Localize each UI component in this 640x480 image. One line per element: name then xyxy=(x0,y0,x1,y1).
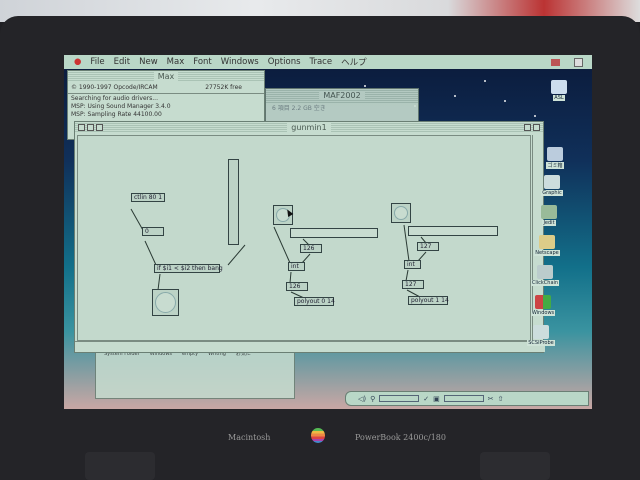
number-box[interactable]: 127 xyxy=(417,242,439,251)
desktop-icon-trash[interactable]: ゴミ箱 xyxy=(540,147,570,169)
brightness-icon[interactable] xyxy=(443,395,484,402)
copyright: © 1990-1997 Opcode/IRCAM xyxy=(71,84,158,91)
lock-box-icon[interactable] xyxy=(87,124,94,131)
collapse-box-icon[interactable] xyxy=(533,124,540,131)
number-box[interactable]: 126 xyxy=(300,244,322,253)
desktop-icon-netscape[interactable]: Netscape xyxy=(532,235,562,256)
desktop-icon-clickchain[interactable]: ClickChain xyxy=(530,265,560,286)
number-box[interactable]: 126 xyxy=(286,282,308,291)
apple-menu-icon[interactable]: ● xyxy=(74,57,81,67)
vertical-slider[interactable] xyxy=(228,159,239,245)
log-line: Searching for audio drivers... xyxy=(71,95,158,102)
log-line: MSP: Using Sound Manager 3.4.0 xyxy=(71,103,171,110)
number-box[interactable]: 127 xyxy=(402,280,424,289)
battery-icon[interactable] xyxy=(379,395,420,402)
menu-max[interactable]: Max xyxy=(167,57,185,67)
hinge xyxy=(85,452,155,480)
maf2002-info: 6 項目 2.2 GB 空き xyxy=(272,105,326,112)
graphic-app-icon xyxy=(544,175,560,189)
menu-options[interactable]: Options xyxy=(268,57,301,67)
patch-cord xyxy=(227,244,246,266)
bang-button[interactable] xyxy=(391,203,411,223)
bezel-macintosh-label: Macintosh xyxy=(228,433,271,442)
polyout-object[interactable]: polyout 0 14 xyxy=(294,297,335,306)
apple-logo-icon xyxy=(311,428,325,443)
menu-edit[interactable]: Edit xyxy=(114,57,130,67)
application-menu-icon[interactable] xyxy=(574,57,583,67)
if-object[interactable]: if $i1 < $i2 then bang xyxy=(154,264,223,273)
desktop-icon-scsiprobe[interactable]: SCSIProbe xyxy=(526,325,556,346)
patcher-window: gunmin1 ctlin 80 1 0 if $i1 < $i2 then b… xyxy=(74,121,545,353)
menu-trace[interactable]: Trace xyxy=(310,57,333,67)
windows-icon xyxy=(535,295,551,309)
eject-icon[interactable]: ⇧ xyxy=(498,395,504,403)
desktop-icon-jedit[interactable]: Jedit xyxy=(534,205,564,226)
patch-cord xyxy=(144,240,157,266)
patch-cord xyxy=(157,273,161,291)
trash-icon xyxy=(547,147,563,161)
bang-button[interactable] xyxy=(152,289,179,316)
horizontal-scrollbar[interactable] xyxy=(75,341,545,352)
int-object[interactable]: int xyxy=(288,262,305,271)
menu-font[interactable]: Font xyxy=(193,57,212,67)
netscape-app-icon xyxy=(539,235,555,249)
jedit-app-icon xyxy=(541,205,557,219)
clickchain-app-icon xyxy=(537,265,553,279)
patcher-title: gunmin1 xyxy=(287,123,331,132)
patcher-title-bar[interactable]: gunmin1 xyxy=(75,122,543,133)
desktop-icon-graphic[interactable]: Graphic xyxy=(537,175,567,196)
menu-file[interactable]: File xyxy=(90,57,104,67)
screen: ● File Edit New Max Font Windows Options… xyxy=(64,55,592,409)
max-window-title[interactable]: Max xyxy=(68,71,264,82)
appletalk-icon[interactable]: ⚲ xyxy=(370,395,375,403)
polyout-object[interactable]: polyout 1 14 xyxy=(408,296,449,305)
file-sharing-icon[interactable]: ✓ xyxy=(423,395,429,403)
number-box[interactable]: 0 xyxy=(142,227,164,236)
menu-bar: ● File Edit New Max Font Windows Options… xyxy=(64,55,592,69)
bezel-model-label: PowerBook 2400c/180 xyxy=(355,433,446,442)
folder-icon xyxy=(551,80,567,94)
maf2002-title[interactable]: MAF2002 xyxy=(266,89,418,103)
menu-windows[interactable]: Windows xyxy=(221,57,259,67)
desktop-icon-asl[interactable]: ASL xyxy=(544,80,574,101)
hinge xyxy=(480,452,550,480)
tools-icon[interactable]: ✂ xyxy=(488,395,494,403)
menu-new[interactable]: New xyxy=(139,57,158,67)
desktop-icon-windows[interactable]: Windows xyxy=(528,295,558,316)
patch-cord xyxy=(273,226,291,264)
horizontal-slider[interactable] xyxy=(408,226,498,236)
close-box-icon[interactable] xyxy=(78,124,85,131)
int-object[interactable]: int xyxy=(404,260,421,269)
menu-help[interactable]: ヘルプ xyxy=(341,56,367,68)
horizontal-slider[interactable] xyxy=(290,228,378,238)
edit-box-icon[interactable] xyxy=(96,124,103,131)
log-line: MSP: Sampling Rate 44100.00 xyxy=(71,111,162,118)
patcher-canvas[interactable]: ctlin 80 1 0 if $i1 < $i2 then bang 126 … xyxy=(77,135,531,341)
monitor-icon[interactable]: ▣ xyxy=(433,395,440,403)
control-strip[interactable]: ◁) ⚲ ✓ ▣ ✂ ⇧ xyxy=(345,391,589,406)
ctlin-object[interactable]: ctlin 80 1 xyxy=(131,193,165,202)
patch-cords xyxy=(130,208,427,299)
scsi-probe-icon xyxy=(533,325,549,339)
keyboard-flag-icon[interactable] xyxy=(551,58,560,66)
sound-volume-icon[interactable]: ◁) xyxy=(358,395,366,403)
zoom-box-icon[interactable] xyxy=(524,124,531,131)
memory-free: 27752K free xyxy=(205,84,242,91)
